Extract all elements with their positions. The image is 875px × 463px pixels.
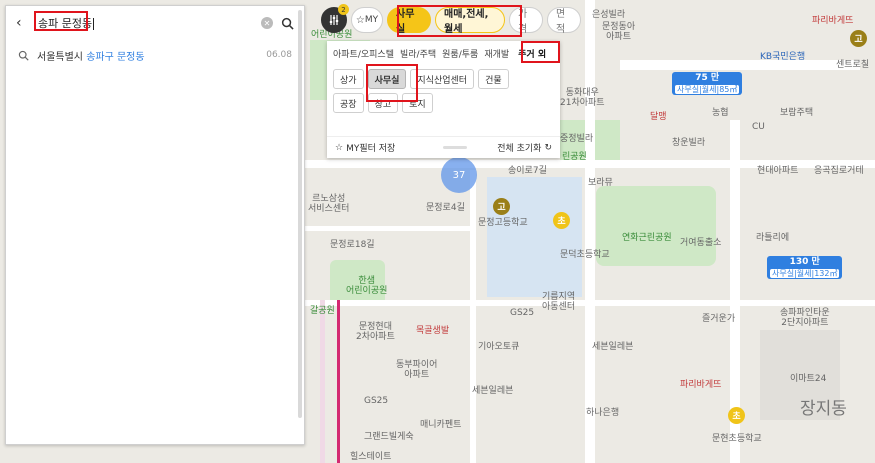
map-label: 목골생발: [416, 326, 450, 336]
my-filter-button[interactable]: ☆ MY: [351, 7, 383, 33]
subtype-factory[interactable]: 공장: [333, 93, 364, 113]
map-label: 센트로칠: [836, 60, 870, 70]
map-label: GS25: [510, 308, 535, 318]
map-label: 힐스테이트: [350, 452, 392, 462]
filter-count-badge: 2: [338, 4, 349, 15]
subtype-knowledge-center[interactable]: 지식산업센터: [410, 69, 475, 89]
map-label: 응곡집로거테: [814, 166, 864, 176]
map-road: [305, 300, 875, 306]
map-label: 세븐일레븐: [592, 342, 634, 352]
sliders-icon: [329, 15, 339, 25]
highlight-box: [397, 5, 522, 37]
elementary-school-pin[interactable]: 초: [728, 407, 745, 424]
tab-redevelopment[interactable]: 재개발: [484, 47, 509, 60]
map-label: 송이로7길: [508, 166, 547, 176]
drag-handle[interactable]: [443, 146, 468, 149]
star-icon: ☆: [335, 142, 344, 153]
map-road: [305, 226, 475, 231]
map-label: 문정고등학교: [478, 218, 528, 228]
filter-panel-footer: ☆ MY필터 저장 전체 초기화 ↻: [327, 136, 560, 158]
map-label: 동화대우 21차아파트: [560, 88, 605, 109]
highlight-box: [521, 41, 560, 63]
map-block: [487, 177, 582, 297]
search-panel: ‹ 송파 문정동 ✕ 서울특별시 송파구 문정동 06.08: [5, 5, 305, 445]
map-label: 은성빌라: [592, 10, 626, 20]
refresh-icon: ↻: [544, 142, 552, 153]
map-label: 중정빌라: [560, 134, 594, 144]
map-label: 세븐일레븐: [472, 386, 514, 396]
search-result-date: 06.08: [266, 50, 292, 60]
listing-cluster[interactable]: 37: [441, 157, 477, 193]
map-district-label: 장지동: [800, 399, 847, 419]
tab-apartment[interactable]: 아파트/오피스텔: [333, 47, 394, 60]
map-label: 파리바게뜨: [680, 380, 722, 390]
map-label: 보라뮤: [588, 178, 613, 188]
map-label: 창운빌라: [672, 138, 706, 148]
map-label: 달맹: [650, 112, 667, 122]
map-label: 거여동출소: [680, 238, 722, 248]
map-label: 파리바게뜨: [812, 16, 854, 26]
search-icon: [18, 50, 29, 61]
map-road: [620, 60, 860, 70]
map-label: 하나은행: [586, 408, 620, 418]
elementary-school-pin[interactable]: 초: [553, 212, 570, 229]
map-label: 매니카펜트: [420, 420, 462, 430]
map-road: [320, 300, 325, 463]
scrollbar[interactable]: [298, 10, 302, 418]
map-label: CU: [752, 122, 765, 132]
map-label: 기름지역 아동센터: [542, 292, 576, 313]
search-icon[interactable]: [281, 17, 294, 30]
save-my-filter-button[interactable]: ☆ MY필터 저장: [335, 141, 443, 155]
map-label: KB국민은행: [760, 52, 806, 62]
subtype-building[interactable]: 건물: [478, 69, 509, 89]
map-label: 한샘 어린이공원: [346, 276, 388, 297]
high-school-pin[interactable]: 고: [850, 30, 867, 47]
map-label: 문정로18길: [330, 240, 375, 250]
map-label: 그랜드빌게숙: [364, 432, 414, 442]
map-label: 문덕초등학교: [560, 250, 610, 260]
map-label: 동부파이어 아파트: [396, 360, 438, 381]
filter-settings-button[interactable]: 2: [321, 4, 349, 33]
search-result-item[interactable]: 서울특별시 송파구 문정동 06.08: [6, 40, 304, 70]
subtype-grid: 상가 사무실 지식산업센터 건물 공장 창고 토지: [327, 65, 542, 117]
map-label: 송파파인타운 2단지아파트: [780, 308, 830, 329]
map-label: 즐거운가: [702, 314, 736, 324]
search-result-text: 서울특별시 송파구 문정동: [37, 51, 145, 63]
tab-oneroom[interactable]: 원룸/투룸: [442, 47, 478, 60]
highlight-box: [366, 64, 418, 102]
map-label: 르노삼성 서비스센터: [308, 194, 350, 215]
map-label: 이마트24: [790, 374, 827, 384]
map-label: 문정로4길: [426, 203, 465, 213]
back-arrow-icon[interactable]: ‹: [16, 15, 34, 31]
map-label: 갈공원: [310, 306, 335, 316]
map-label: 라틀리에: [756, 233, 790, 243]
star-icon: ☆: [355, 14, 365, 26]
price-tag[interactable]: 130 만 사무실|월세|132㎡: [767, 256, 843, 280]
map-road: [585, 0, 595, 463]
map-label: 문정동아 아파트: [602, 22, 636, 43]
map-road: [470, 170, 476, 463]
map-label: GS25: [364, 396, 389, 406]
subtype-store[interactable]: 상가: [333, 69, 364, 89]
map-park: [596, 186, 716, 266]
highlight-box: [34, 11, 88, 31]
map-label: 문현초등학교: [712, 434, 762, 444]
map-road: [337, 300, 340, 463]
map-label: 농협: [712, 108, 729, 118]
clear-icon[interactable]: ✕: [261, 17, 273, 29]
text-cursor: [93, 18, 95, 30]
price-tag[interactable]: 75 만 사무실|월세|85㎡: [672, 72, 743, 96]
map-label: 연화근린공원: [622, 233, 672, 243]
map-label: 린공원: [562, 152, 587, 162]
map-label: 문정현대 2차아파트: [356, 322, 395, 343]
tab-villa[interactable]: 빌라/주택: [400, 47, 436, 60]
map-label: 기아오토큐: [478, 342, 520, 352]
area-pill[interactable]: 면적: [547, 7, 581, 35]
map-label: 보람주택: [780, 108, 814, 118]
high-school-pin[interactable]: 고: [493, 198, 510, 215]
map-label: 현대아파트: [757, 166, 799, 176]
reset-filter-button[interactable]: 전체 초기화 ↻: [497, 141, 552, 155]
